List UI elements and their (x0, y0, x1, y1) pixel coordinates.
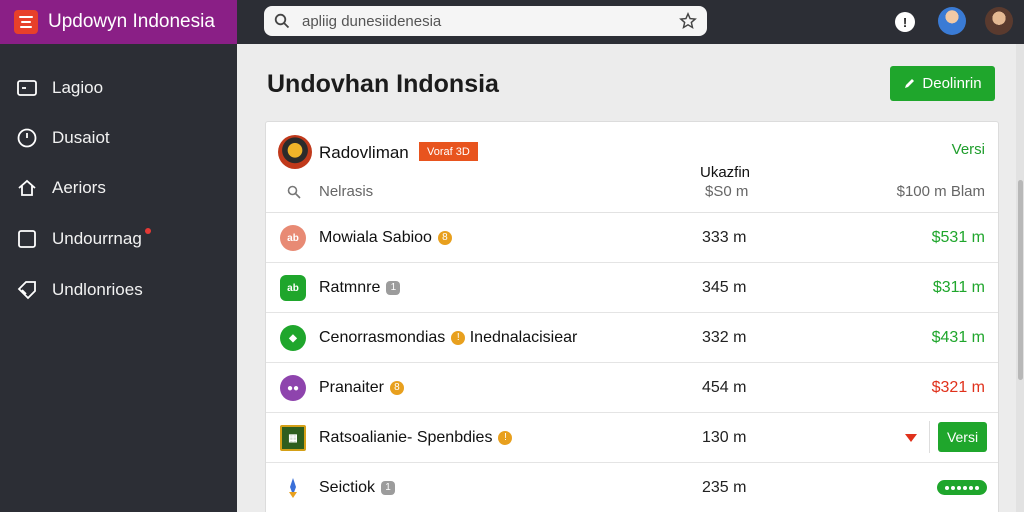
app-icon-film: ▦ (280, 425, 306, 451)
list-item[interactable]: Seictiok 1 235 m (266, 463, 998, 512)
vendor-card: Radovliman Voraf 3D Versi Ukazfin Nelras… (265, 121, 999, 512)
vendor-logo-icon (278, 135, 312, 169)
row-price: $531 m (931, 229, 985, 246)
card-header: Radovliman Voraf 3D Versi Ukazfin Nelras… (266, 122, 998, 213)
row-value: 332 m (702, 329, 747, 346)
row-value: 333 m (702, 229, 747, 246)
pencil-icon (905, 79, 915, 88)
warning-badge: ! (451, 330, 466, 345)
inbox-icon (16, 77, 38, 99)
row-value: 345 m (702, 279, 747, 296)
row-price: $311 m (932, 279, 985, 296)
clock-icon (16, 127, 38, 149)
row-value: 454 m (702, 379, 747, 396)
list-item[interactable]: ab Ratmnre 1 345 m $311 m (266, 263, 998, 313)
home-icon (16, 177, 38, 199)
row-name: Seictiok 1 (319, 479, 396, 497)
scrollbar-thumb[interactable] (1018, 180, 1023, 380)
warning-badge: ! (498, 430, 513, 445)
sidebar-item-label: Aeriors (52, 178, 106, 197)
list-item[interactable]: ◆ Cenorrasmondias! Inednalacisiear 332 m… (266, 313, 998, 363)
list-item[interactable]: ●● Pranaiter 8 454 m $321 m (266, 363, 998, 413)
row-value: 130 m (702, 429, 747, 446)
sidebar: Lagioo Dusaiot Aeriors Undourrnag Undlon… (0, 44, 237, 512)
sidebar-item-dusaiot[interactable]: Dusaiot (0, 118, 237, 158)
primary-action-label: Deolinrin (922, 75, 982, 92)
brand-header[interactable]: Updowyn Indonesia (0, 0, 237, 44)
row-value: 235 m (702, 479, 747, 496)
chevron-down-icon[interactable] (904, 432, 918, 444)
column-header: Ukazfin (700, 164, 751, 181)
vendor-badge: Voraf 3D (419, 142, 478, 161)
app-icon-green: ab (280, 275, 306, 301)
search-icon (274, 13, 290, 29)
sidebar-item-label: Dusaiot (52, 128, 110, 147)
header-right-value: $100 m Blam (896, 183, 985, 200)
top-bar: ! (237, 0, 1024, 44)
filter-label[interactable]: Nelrasis (319, 183, 373, 200)
sidebar-item-label: Undlonrioes (52, 280, 143, 299)
page-title: Undovhan Indonsia (267, 70, 499, 98)
row-name: Pranaiter 8 (319, 379, 404, 397)
list-item[interactable]: ab Mowiala Sabioo 8 333 m $531 m (266, 213, 998, 263)
more-options-pill[interactable] (937, 480, 987, 495)
square-icon (16, 228, 38, 250)
avatar[interactable] (938, 7, 966, 35)
row-name: Ratmnre 1 (319, 279, 401, 297)
list-item[interactable]: ▦ Ratsoalianie- Spenbdies! 130 m Versi (266, 413, 998, 463)
sidebar-item-undlonrioes[interactable]: Undlonrioes (0, 270, 237, 310)
sidebar-item-undourrnag[interactable]: Undourrnag (0, 219, 237, 259)
app-icon-salmon: ab (280, 225, 306, 251)
header-mid-value: $S0 m (705, 183, 749, 200)
search-input[interactable] (302, 12, 679, 30)
sidebar-item-label: Lagioo (52, 78, 104, 97)
info-badge: 1 (386, 280, 401, 295)
row-name: Mowiala Sabioo 8 (319, 229, 452, 247)
sidebar-item-aeriors[interactable]: Aeriors (0, 168, 237, 208)
star-icon[interactable] (679, 12, 697, 30)
info-icon[interactable]: ! (895, 12, 915, 32)
app-icon-green-tree: ◆ (280, 325, 306, 351)
app-icon-rocket (280, 475, 306, 501)
info-badge: 8 (437, 230, 452, 245)
info-badge: 1 (381, 480, 396, 495)
divider (929, 421, 930, 453)
notification-dot (144, 228, 151, 234)
versi-link[interactable]: Versi (952, 141, 985, 158)
search-bar[interactable] (264, 6, 707, 36)
versi-button[interactable]: Versi (938, 422, 987, 452)
app-icon-purple: ●● (280, 375, 306, 401)
row-price: $321 m (931, 379, 985, 396)
search-icon[interactable] (287, 185, 301, 199)
row-name: Cenorrasmondias! Inednalacisiear (319, 329, 578, 346)
tag-icon (16, 279, 38, 301)
row-price: $431 m (931, 329, 985, 346)
app-title: Updowyn Indonesia (48, 11, 215, 32)
vendor-name: Radovliman (319, 143, 409, 162)
row-name: Ratsoalianie- Spenbdies! (319, 429, 513, 447)
info-badge: 8 (389, 380, 404, 395)
app-logo-icon (14, 10, 38, 34)
sidebar-item-lagioo[interactable]: Lagioo (0, 68, 237, 108)
sidebar-item-label: Undourrnag (52, 229, 142, 248)
user-avatar[interactable] (985, 7, 1013, 35)
primary-action-button[interactable]: Deolinrin (890, 66, 995, 101)
